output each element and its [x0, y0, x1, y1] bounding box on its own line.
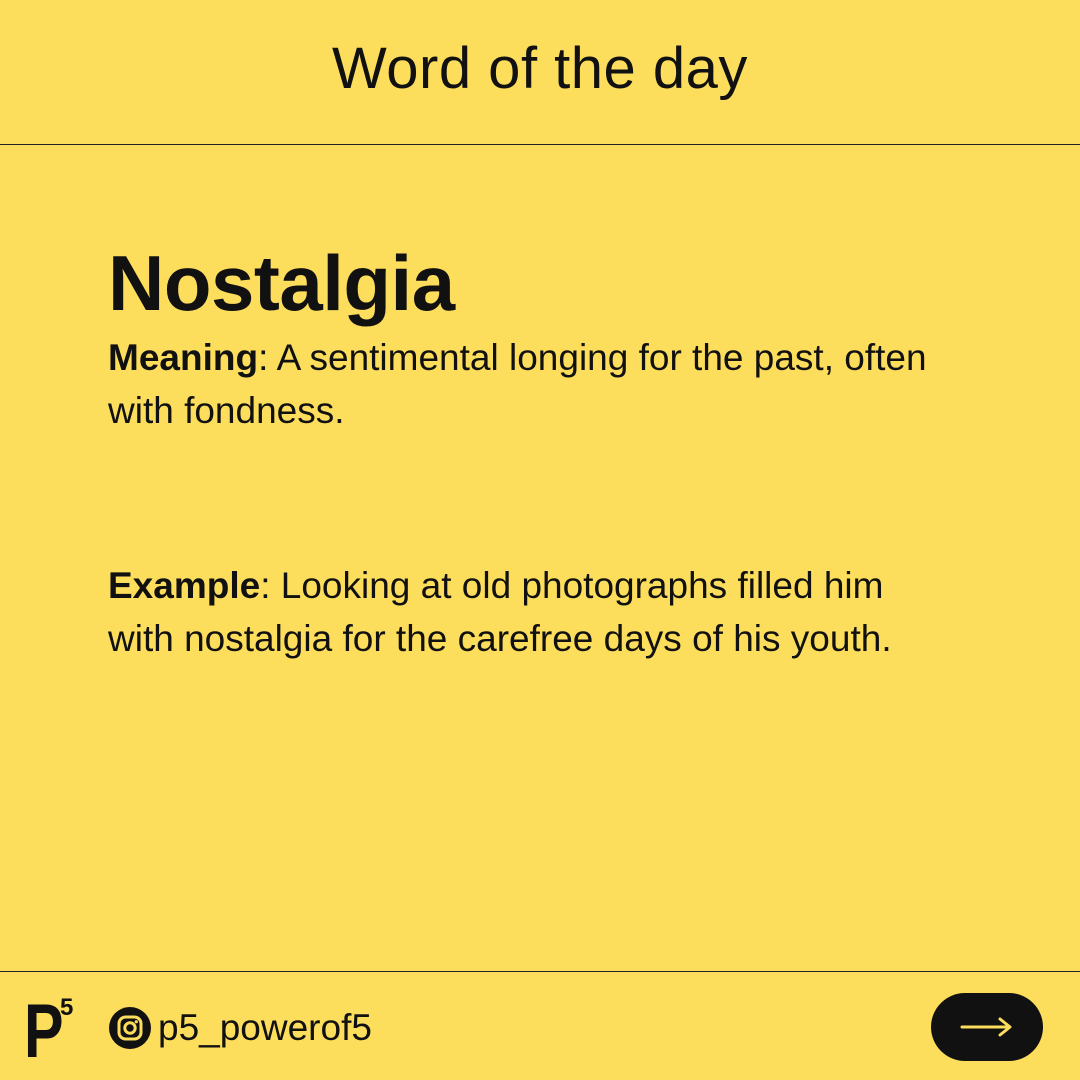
footer: P 5 p5_powerof5 [0, 971, 1080, 1080]
brand-logo: P 5 [24, 994, 84, 1070]
arrow-right-icon [960, 1017, 1012, 1037]
page-title: Word of the day [332, 36, 748, 101]
example-label: Example [108, 565, 261, 606]
handle-text: p5_powerof5 [158, 1007, 372, 1048]
logo-superscript: 5 [60, 994, 74, 1021]
meaning-paragraph: Meaning: A sentimental longing for the p… [108, 331, 968, 437]
next-button[interactable] [931, 993, 1043, 1061]
instagram-icon [109, 1007, 151, 1049]
word-title: Nostalgia [108, 239, 455, 327]
word-card: Nostalgia Meaning: A sentimental longing… [108, 235, 968, 665]
meaning-label: Meaning [108, 337, 259, 378]
example-paragraph: Example: Looking at old photographs fill… [108, 559, 938, 665]
logo-letter: P [24, 989, 64, 1074]
header: Word of the day [0, 0, 1080, 145]
social-handle[interactable]: p5_powerof5 [108, 1006, 372, 1050]
